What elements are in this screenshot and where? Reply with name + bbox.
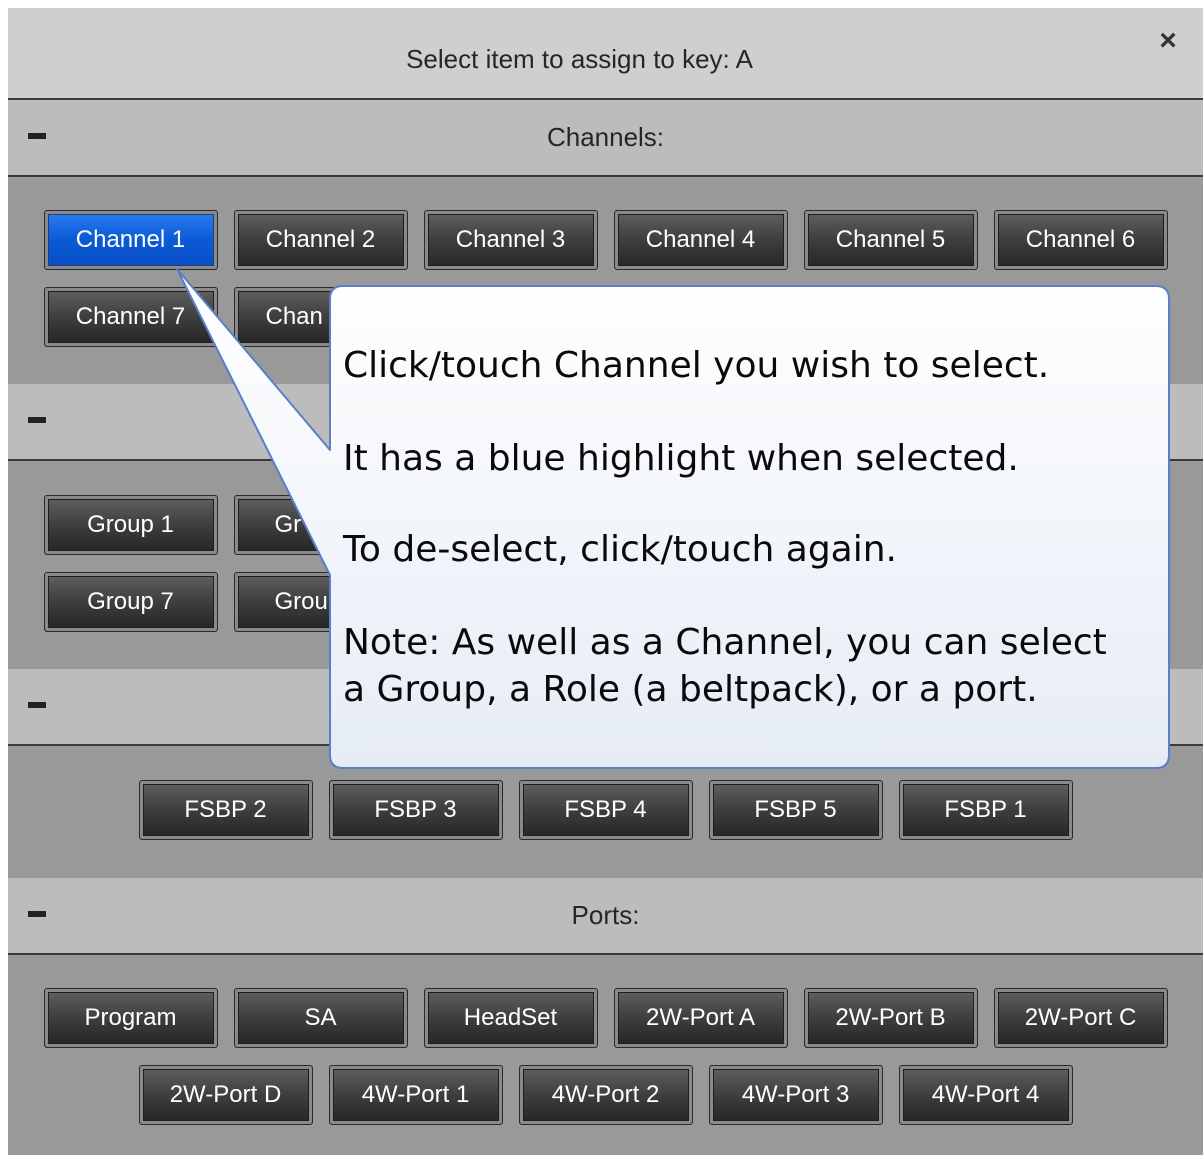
group-button-1[interactable]: Group 1 — [43, 495, 218, 555]
section-title-channels: Channels: — [546, 122, 665, 152]
channel-button-1[interactable]: Channel 1 — [43, 210, 218, 270]
collapse-icon[interactable] — [28, 417, 46, 423]
channels-row-2: Channel 7 Chan — [8, 287, 1203, 347]
channel-button-4[interactable]: Channel 4 — [613, 210, 788, 270]
ports-row-2: 2W-Port D 4W-Port 1 4W-Port 2 4W-Port 3 … — [8, 1065, 1203, 1125]
channel-button-3[interactable]: Channel 3 — [423, 210, 598, 270]
ports-row-1: Program SA HeadSet 2W-Port A 2W-Port B 2… — [8, 988, 1203, 1048]
group-button-8[interactable]: Grou — [233, 572, 408, 632]
section-title-ports: Ports: — [571, 900, 640, 930]
assign-key-dialog: Select item to assign to key: A × Channe… — [8, 8, 1203, 1155]
port-button-4w-2[interactable]: 4W-Port 2 — [518, 1065, 693, 1125]
port-button-2w-b[interactable]: 2W-Port B — [803, 988, 978, 1048]
role-button-fsbp-5[interactable]: FSBP 5 — [708, 780, 883, 840]
section-body-ports: Program SA HeadSet 2W-Port A 2W-Port B 2… — [8, 955, 1203, 1155]
role-button-fsbp-2[interactable]: FSBP 2 — [138, 780, 313, 840]
port-button-2w-c[interactable]: 2W-Port C — [993, 988, 1168, 1048]
groups-row-2: Group 7 Grou — [8, 572, 1203, 632]
channel-button-6[interactable]: Channel 6 — [993, 210, 1168, 270]
section-header-roles[interactable] — [8, 669, 1203, 746]
channel-button-2[interactable]: Channel 2 — [233, 210, 408, 270]
dialog-title-bar: Select item to assign to key: A × — [8, 8, 1203, 100]
close-icon[interactable]: × — [1153, 26, 1183, 56]
section-header-groups[interactable] — [8, 384, 1203, 461]
groups-row-1: Group 1 Gr — [8, 495, 1203, 555]
port-button-4w-1[interactable]: 4W-Port 1 — [328, 1065, 503, 1125]
section-header-channels[interactable]: Channels: — [8, 100, 1203, 177]
section-body-groups: Group 1 Gr Group 7 Grou — [8, 461, 1203, 669]
port-button-program[interactable]: Program — [43, 988, 218, 1048]
group-button-7[interactable]: Group 7 — [43, 572, 218, 632]
channel-button-5[interactable]: Channel 5 — [803, 210, 978, 270]
section-body-roles: FSBP 2 FSBP 3 FSBP 4 FSBP 5 FSBP 1 — [8, 746, 1203, 878]
role-button-fsbp-1[interactable]: FSBP 1 — [898, 780, 1073, 840]
port-button-sa[interactable]: SA — [233, 988, 408, 1048]
dialog-title: Select item to assign to key: A — [406, 44, 753, 74]
port-button-2w-a[interactable]: 2W-Port A — [613, 988, 788, 1048]
roles-row-1: FSBP 2 FSBP 3 FSBP 4 FSBP 5 FSBP 1 — [8, 780, 1203, 840]
port-button-4w-4[interactable]: 4W-Port 4 — [898, 1065, 1073, 1125]
channels-row-1: Channel 1 Channel 2 Channel 3 Channel 4 … — [8, 210, 1203, 270]
role-button-fsbp-3[interactable]: FSBP 3 — [328, 780, 503, 840]
port-button-4w-3[interactable]: 4W-Port 3 — [708, 1065, 883, 1125]
port-button-2w-d[interactable]: 2W-Port D — [138, 1065, 313, 1125]
channel-button-8[interactable]: Chan — [233, 287, 408, 347]
section-body-channels: Channel 1 Channel 2 Channel 3 Channel 4 … — [8, 177, 1203, 384]
section-header-ports[interactable]: Ports: — [8, 878, 1203, 955]
channel-button-7[interactable]: Channel 7 — [43, 287, 218, 347]
group-button-2[interactable]: Gr — [233, 495, 408, 555]
port-button-headset[interactable]: HeadSet — [423, 988, 598, 1048]
role-button-fsbp-4[interactable]: FSBP 4 — [518, 780, 693, 840]
collapse-icon[interactable] — [28, 702, 46, 708]
